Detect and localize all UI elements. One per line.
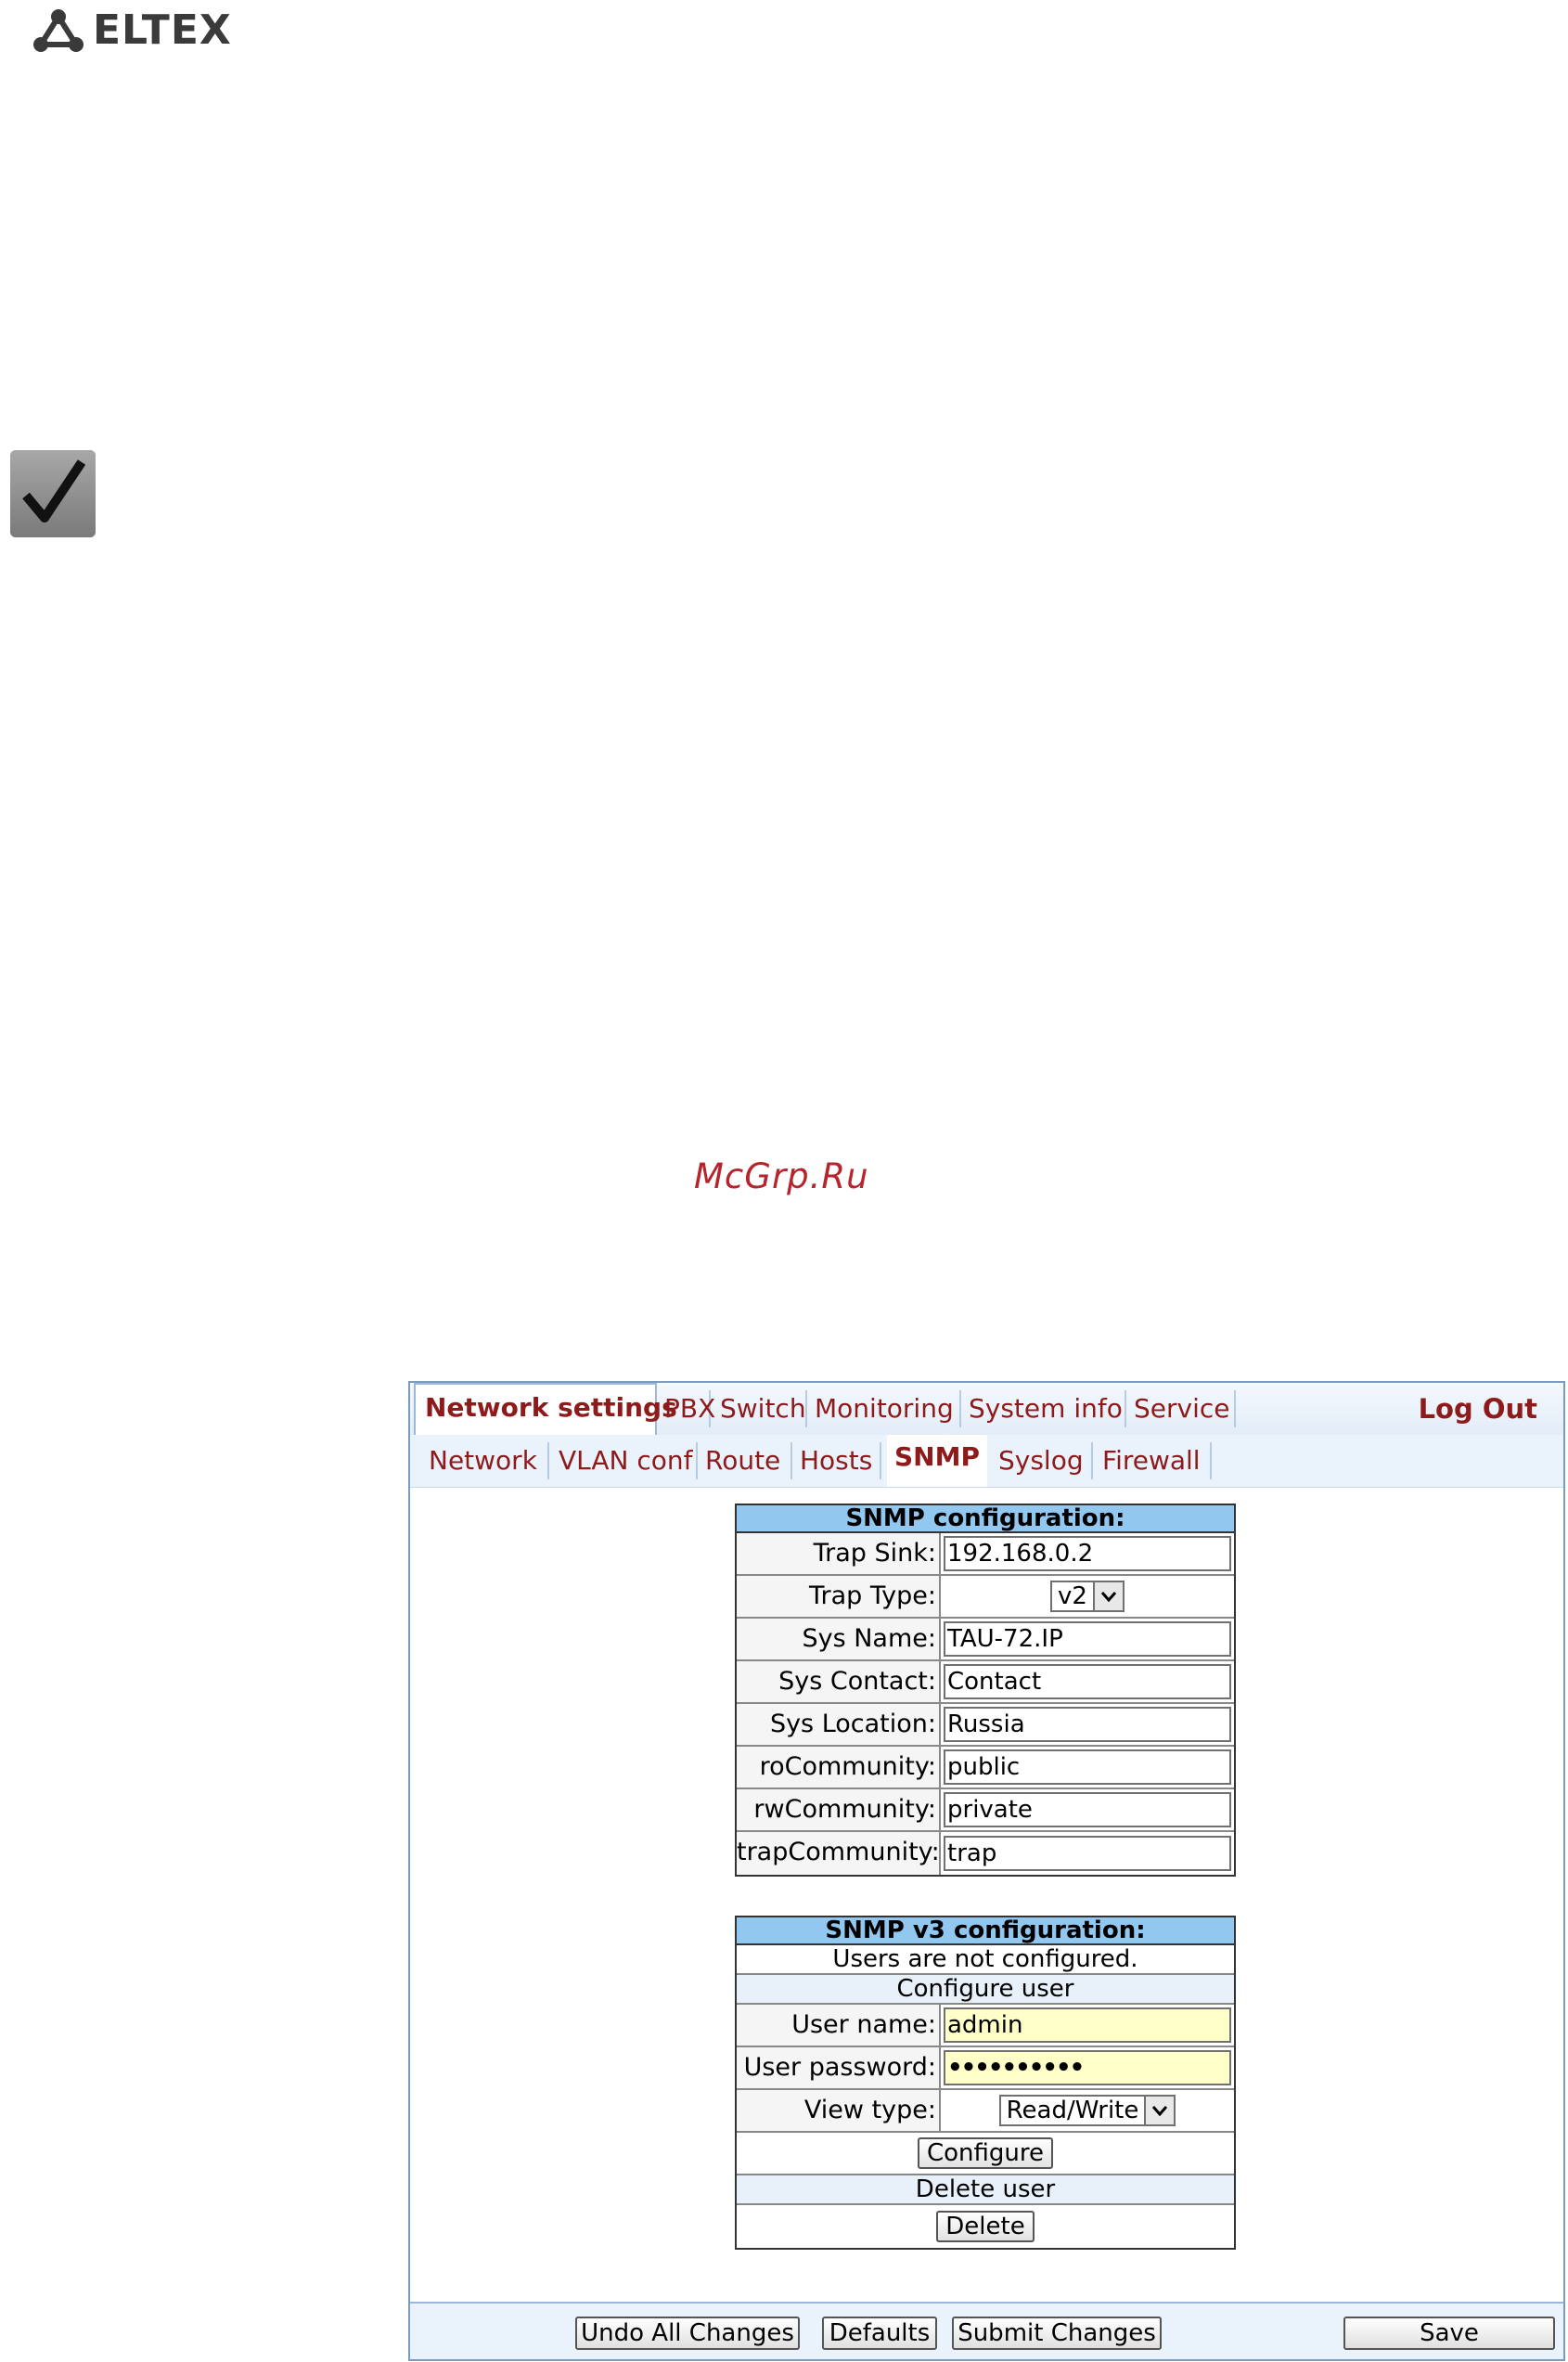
trap-type-value: v2 <box>1058 1582 1087 1610</box>
trap-community-label: trapCommunity: <box>737 1832 941 1875</box>
sys-contact-label: Sys Contact: <box>737 1661 941 1702</box>
ro-community-row: roCommunity: public <box>737 1747 1234 1789</box>
defaults-button[interactable]: Defaults <box>822 2317 937 2350</box>
watermark: McGrp.Ru <box>694 1156 869 1196</box>
trap-sink-input[interactable]: 192.168.0.2 <box>944 1536 1231 1571</box>
main-tab-bar: Network settings PBX Switch Monitoring S… <box>410 1383 1563 1436</box>
snmp-v3-config-table: SNMP v3 configuration: Users are not con… <box>735 1916 1236 2250</box>
view-type-value: Read/Write <box>1006 2097 1139 2124</box>
rw-community-row: rwCommunity: private <box>737 1789 1234 1832</box>
footer-bar: Undo All Changes Defaults Submit Changes… <box>410 2302 1563 2359</box>
sys-location-input[interactable]: Russia <box>944 1707 1231 1742</box>
user-name-input[interactable]: admin <box>944 2007 1231 2043</box>
delete-button[interactable]: Delete <box>936 2211 1035 2242</box>
subtab-network[interactable]: Network <box>429 1442 549 1479</box>
subtab-hosts[interactable]: Hosts <box>800 1442 881 1479</box>
delete-row: Delete <box>737 2205 1234 2248</box>
users-status: Users are not configured. <box>737 1945 1234 1975</box>
user-name-label: User name: <box>737 2005 941 2046</box>
user-password-input[interactable]: •••••••••• <box>944 2050 1231 2085</box>
trap-type-label: Trap Type: <box>737 1576 941 1617</box>
sys-location-label: Sys Location: <box>737 1704 941 1745</box>
tab-system-info[interactable]: System info <box>969 1390 1126 1427</box>
sys-contact-row: Sys Contact: Contact <box>737 1661 1234 1704</box>
subtab-snmp[interactable]: SNMP <box>887 1435 987 1487</box>
subtab-syslog[interactable]: Syslog <box>998 1442 1093 1479</box>
rw-community-label: rwCommunity: <box>737 1789 941 1830</box>
checkmark-icon <box>10 450 96 537</box>
undo-all-changes-button[interactable]: Undo All Changes <box>575 2317 800 2350</box>
chevron-down-icon[interactable] <box>1092 1582 1123 1610</box>
tab-monitoring[interactable]: Monitoring <box>815 1390 961 1427</box>
rw-community-input[interactable]: private <box>944 1792 1231 1827</box>
trap-community-input[interactable]: trap <box>944 1836 1231 1871</box>
trap-sink-row: Trap Sink: 192.168.0.2 <box>737 1533 1234 1576</box>
tab-network-settings[interactable]: Network settings <box>414 1383 677 1435</box>
ro-community-label: roCommunity: <box>737 1747 941 1788</box>
snmp-v3-title: SNMP v3 configuration: <box>737 1917 1234 1945</box>
tab-pbx[interactable]: PBX <box>664 1390 715 1427</box>
sys-contact-input[interactable]: Contact <box>944 1664 1231 1699</box>
view-type-select[interactable]: Read/Write <box>998 2095 1176 2126</box>
sys-name-label: Sys Name: <box>737 1619 941 1659</box>
user-name-row: User name: admin <box>737 2005 1234 2047</box>
chevron-down-icon[interactable] <box>1144 2097 1175 2124</box>
logo-text: ELTEX <box>93 6 232 54</box>
sub-tab-bar: Network VLAN conf Route Hosts SNMP Syslo… <box>410 1435 1563 1488</box>
eltex-logo-icon <box>33 9 84 52</box>
tab-service[interactable]: Service <box>1134 1390 1236 1427</box>
sys-name-input[interactable]: TAU-72.IP <box>944 1621 1231 1657</box>
eltex-logo: ELTEX <box>32 7 232 54</box>
snmp-config-table: SNMP configuration: Trap Sink: 192.168.0… <box>735 1504 1236 1877</box>
configure-button[interactable]: Configure <box>917 2137 1053 2169</box>
trap-sink-label: Trap Sink: <box>737 1533 941 1574</box>
configure-user-header: Configure user <box>737 1975 1234 2005</box>
subtab-firewall[interactable]: Firewall <box>1102 1442 1212 1479</box>
trap-community-row: trapCommunity: trap <box>737 1832 1234 1875</box>
delete-user-header: Delete user <box>737 2175 1234 2205</box>
subtab-vlan-conf[interactable]: VLAN conf <box>559 1442 698 1479</box>
logout-link[interactable]: Log Out <box>1419 1390 1537 1427</box>
web-interface-window: Network settings PBX Switch Monitoring S… <box>408 1381 1565 2361</box>
sys-name-row: Sys Name: TAU-72.IP <box>737 1619 1234 1661</box>
ro-community-input[interactable]: public <box>944 1749 1231 1785</box>
view-type-label: View type: <box>737 2090 941 2131</box>
sys-location-row: Sys Location: Russia <box>737 1704 1234 1747</box>
user-password-row: User password: •••••••••• <box>737 2047 1234 2090</box>
user-password-label: User password: <box>737 2047 941 2088</box>
view-type-row: View type: Read/Write <box>737 2090 1234 2133</box>
subtab-route[interactable]: Route <box>705 1442 792 1479</box>
save-button[interactable]: Save <box>1343 2317 1555 2350</box>
configure-row: Configure <box>737 2133 1234 2175</box>
trap-type-select[interactable]: v2 <box>1050 1581 1125 1612</box>
submit-changes-button[interactable]: Submit Changes <box>952 2317 1162 2350</box>
tab-switch[interactable]: Switch <box>720 1390 807 1427</box>
trap-type-row: Trap Type: v2 <box>737 1576 1234 1619</box>
snmp-config-title: SNMP configuration: <box>737 1505 1234 1533</box>
